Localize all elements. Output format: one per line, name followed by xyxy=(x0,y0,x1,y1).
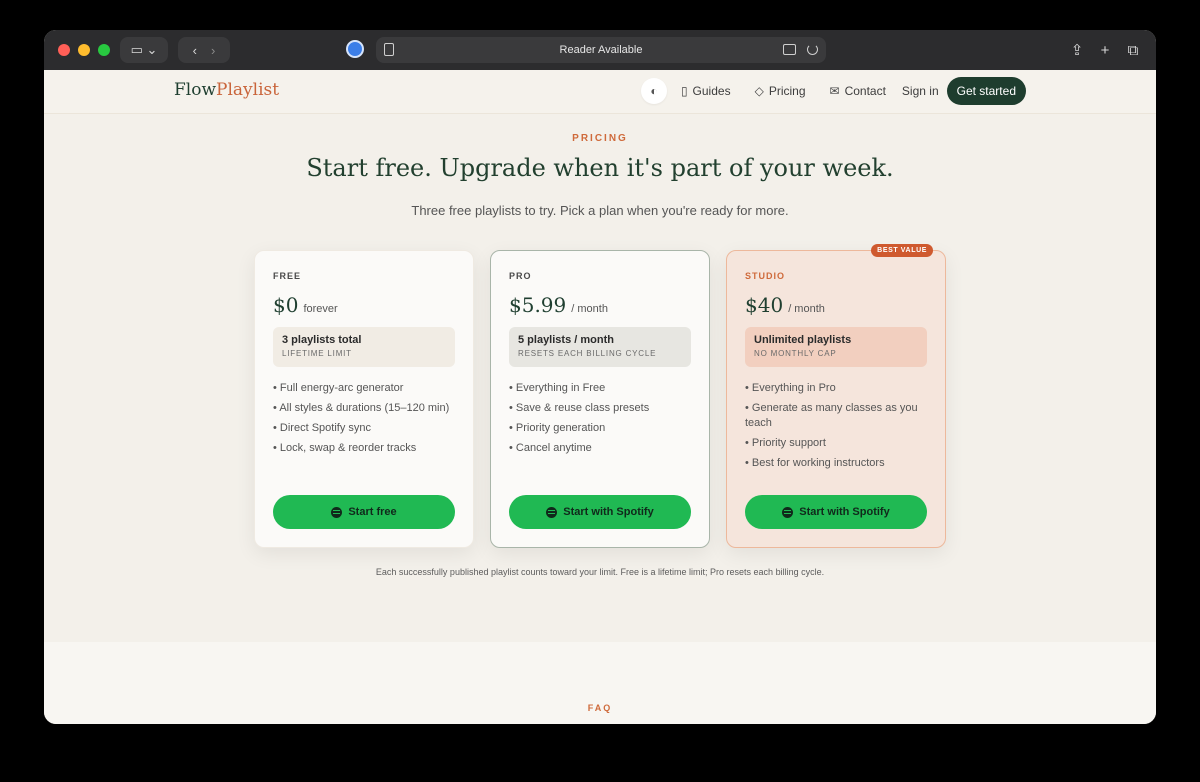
plan-card-studio: BEST VALUE STUDIO $40 / month Unlimited … xyxy=(726,244,946,548)
browser-window: ▭ ⌄ ‹ › Reader Available ⇪ + ⧉ FlowPlayl… xyxy=(44,30,1156,724)
page-subtitle: Three free playlists to try. Pick a plan… xyxy=(411,203,789,218)
sidebar-icon: ▭ ⌄ xyxy=(130,42,158,57)
plan-card-pro: PRO $5.99 / month 5 playlists / month RE… xyxy=(490,250,710,548)
price-row: $0 forever xyxy=(273,293,455,317)
limit-subtitle: LIFETIME LIMIT xyxy=(282,349,352,358)
plan-name: FREE xyxy=(273,271,302,281)
plan-period: forever xyxy=(303,303,338,315)
limit-box: Unlimited playlists NO MONTHLY CAP xyxy=(745,327,927,367)
feature-item: • Best for working instructors xyxy=(745,457,885,469)
feature-list: • Everything in Pro • Generate as many c… xyxy=(745,381,927,471)
forward-icon[interactable]: › xyxy=(211,43,215,58)
back-icon[interactable]: ‹ xyxy=(193,43,197,58)
button-label: Start with Spotify xyxy=(563,506,654,518)
feature-item: • All styles & durations (15–120 min) xyxy=(273,402,450,414)
reader-icon[interactable] xyxy=(384,43,394,56)
password-manager-icon[interactable] xyxy=(346,40,364,58)
address-bar[interactable]: Reader Available xyxy=(376,37,826,63)
close-window-button[interactable] xyxy=(58,44,70,56)
feature-list: • Everything in Free • Save & reuse clas… xyxy=(509,381,691,456)
limit-subtitle: RESETS EACH BILLING CYCLE xyxy=(518,349,657,358)
tag-icon: ◇ xyxy=(754,84,764,98)
site-header: FlowPlaylist ◐ ▯ Guides ◇ Pricing ✉ Cont… xyxy=(44,70,1156,114)
window-controls xyxy=(58,44,110,56)
plan-price: $40 xyxy=(745,293,784,317)
plan-period: / month xyxy=(788,303,825,315)
nav-guides[interactable]: ▯ Guides xyxy=(681,84,731,98)
nav-contact[interactable]: ✉ Contact xyxy=(830,84,886,98)
button-label: Start free xyxy=(348,506,397,518)
limit-title: Unlimited playlists xyxy=(754,334,852,346)
feature-item: • Full energy-arc generator xyxy=(273,382,404,394)
reload-icon[interactable] xyxy=(807,44,818,55)
sign-in-link[interactable]: Sign in xyxy=(902,84,939,98)
page-title: Start free. Upgrade when it's part of yo… xyxy=(306,154,894,182)
start-with-spotify-pro-button[interactable]: Start with Spotify xyxy=(509,495,691,529)
palette-icon: ◐ xyxy=(650,84,658,98)
plan-name: STUDIO xyxy=(745,271,786,281)
book-icon: ▯ xyxy=(680,84,688,98)
plan-price: $0 xyxy=(273,293,299,317)
plan-card-free: FREE $0 forever 3 playlists total LIFETI… xyxy=(254,250,474,548)
pricing-footnote: Each successfully published playlist cou… xyxy=(375,567,825,577)
faq-heading: FAQ xyxy=(587,703,613,713)
feature-item: • Priority support xyxy=(745,437,826,449)
address-text: Reader Available xyxy=(559,44,643,56)
spotify-icon xyxy=(782,506,794,518)
logo-text-flow: Flow xyxy=(174,80,217,100)
spotify-icon xyxy=(546,506,558,518)
nav-guides-label: Guides xyxy=(692,84,731,98)
logo[interactable]: FlowPlaylist xyxy=(174,80,279,100)
feature-list: • Full energy-arc generator • All styles… xyxy=(273,381,455,456)
limit-title: 5 playlists / month xyxy=(518,334,614,346)
limit-title: 3 playlists total xyxy=(282,334,362,346)
feature-item: • Save & reuse class presets xyxy=(509,402,650,414)
minimize-window-button[interactable] xyxy=(78,44,90,56)
plan-period: / month xyxy=(571,303,608,315)
price-row: $40 / month xyxy=(745,293,927,317)
zoom-window-button[interactable] xyxy=(98,44,110,56)
best-value-badge: BEST VALUE xyxy=(871,244,933,257)
feature-item: • Generate as many classes as you teach xyxy=(745,402,918,429)
nav-pricing-label: Pricing xyxy=(768,84,806,98)
logo-text-playlist: Playlist xyxy=(216,80,280,100)
toolbar-right: ⇪ + ⧉ xyxy=(1066,37,1144,63)
feature-item: • Everything in Pro xyxy=(745,382,836,394)
spotify-icon xyxy=(331,506,343,518)
feature-item: • Direct Spotify sync xyxy=(273,422,372,434)
get-started-button[interactable]: Get started xyxy=(946,77,1026,105)
nav-contact-label: Contact xyxy=(844,84,886,98)
pricing-eyebrow: PRICING xyxy=(572,133,628,144)
new-tab-icon[interactable]: + xyxy=(1094,37,1116,63)
sidebar-toggle-button[interactable]: ▭ ⌄ xyxy=(120,37,168,63)
feature-item: • Cancel anytime xyxy=(509,442,592,454)
tab-overview-icon[interactable]: ⧉ xyxy=(1122,37,1144,63)
nav-links: ◐ ▯ Guides ◇ Pricing ✉ Contact Sign in G… xyxy=(640,77,1026,105)
price-row: $5.99 / month xyxy=(509,293,691,317)
button-label: Start with Spotify xyxy=(799,506,890,518)
plan-name: PRO xyxy=(509,271,532,281)
share-icon[interactable]: ⇪ xyxy=(1066,37,1088,63)
nav-pricing[interactable]: ◇ Pricing xyxy=(755,84,806,98)
feature-item: • Priority generation xyxy=(509,422,606,434)
browser-toolbar: ▭ ⌄ ‹ › Reader Available ⇪ + ⧉ xyxy=(44,30,1156,70)
feature-item: • Everything in Free xyxy=(509,382,606,394)
feature-item: • Lock, swap & reorder tracks xyxy=(273,442,417,454)
limit-box: 3 playlists total LIFETIME LIMIT xyxy=(273,327,455,367)
mail-icon: ✉ xyxy=(829,84,840,98)
limit-box: 5 playlists / month RESETS EACH BILLING … xyxy=(509,327,691,367)
history-nav: ‹ › xyxy=(178,37,230,63)
limit-subtitle: NO MONTHLY CAP xyxy=(754,349,837,358)
start-free-button[interactable]: Start free xyxy=(273,495,455,529)
start-with-spotify-studio-button[interactable]: Start with Spotify xyxy=(745,495,927,529)
translate-icon[interactable] xyxy=(783,44,796,55)
theme-toggle-button[interactable]: ◐ xyxy=(640,78,667,104)
plan-price: $5.99 xyxy=(509,293,567,317)
